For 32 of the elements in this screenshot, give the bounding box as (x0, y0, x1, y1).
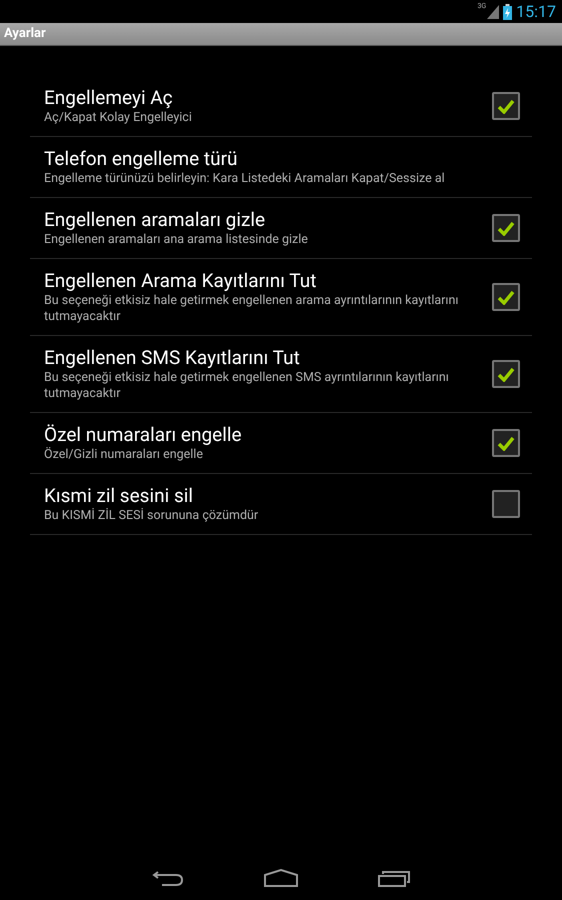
checkmark-icon (497, 436, 515, 450)
checkbox[interactable] (492, 214, 520, 242)
setting-title: Kısmi zil sesini sil (44, 484, 194, 508)
checkbox[interactable] (492, 360, 520, 388)
setting-summary: Özel/Gizli numaraları engelle (44, 447, 204, 463)
checkbox[interactable] (492, 490, 520, 518)
setting-summary: Bu KISMİ ZİL SESİ sorununa çözümdür (44, 508, 260, 524)
setting-title: Engellemeyi Aç (44, 86, 174, 110)
setting-title: Engellenen Arama Kayıtlarını Tut (44, 269, 318, 293)
setting-title: Telefon engelleme türü (44, 147, 239, 171)
checkmark-icon (497, 290, 515, 304)
setting-title: Engellenen SMS Kayıtlarını Tut (44, 346, 301, 370)
setting-summary: Bu seçeneği etkisiz hale getirmek engellenen arama ayrıntılarının kayıtlarını tutmayacaktır (44, 293, 460, 325)
setting-title: Engellenen aramaları gizle (44, 208, 266, 232)
checkmark-icon (497, 366, 515, 382)
setting-summary: Bu seçeneği etkisiz hale getirmek engellenen SMS ayrıntılarının kayıtlarını tutmayacaktır (44, 370, 450, 402)
battery-icon (503, 4, 512, 20)
setting-summary: Engellenen aramaları ana arama listesinde gizle (44, 232, 309, 248)
checkmark-icon (497, 98, 515, 114)
clock-time: 15:17 (516, 4, 556, 20)
checkbox[interactable] (492, 92, 520, 120)
checkbox[interactable] (492, 429, 520, 457)
setting-summary: Aç/Kapat Kolay Engelleyici (44, 110, 193, 126)
home-icon[interactable] (264, 869, 298, 887)
recent-apps-icon[interactable] (378, 869, 410, 887)
setting-title: Özel numaraları engelle (44, 423, 243, 447)
screen-title: Ayarlar (4, 25, 46, 44)
checkmark-icon (497, 220, 515, 236)
back-icon[interactable] (152, 869, 184, 887)
signal-icon (487, 4, 500, 18)
setting-summary: Engelleme türünüzü belirleyin: Kara Listedeki Aramaları Kapat/Sessize al (44, 171, 446, 187)
checkbox[interactable] (492, 283, 520, 311)
